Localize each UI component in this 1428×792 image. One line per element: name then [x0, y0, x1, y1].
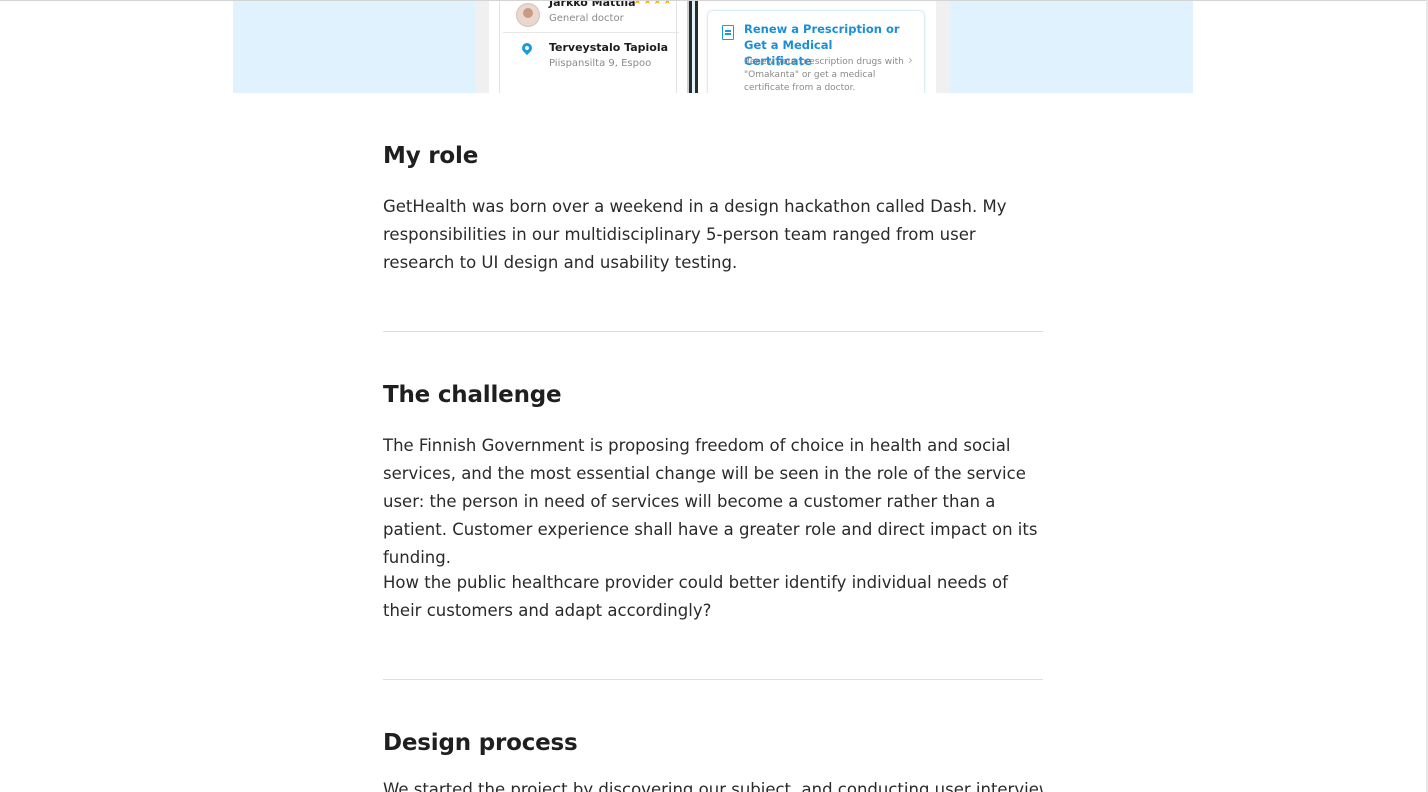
section-divider — [383, 679, 1043, 680]
location-name: Terveystalo Tapiola — [549, 41, 669, 54]
prescription-card: Renew a Prescription or Get a Medical Ce… — [707, 10, 925, 93]
hero-image: Jarkko Mattila ★★★★ General doctor Terve… — [233, 1, 1193, 93]
section-paragraph: GetHealth was born over a weekend in a d… — [383, 197, 1007, 272]
doctor-name: Jarkko Mattila — [549, 1, 636, 9]
section-paragraph: How the public healthcare provider could… — [383, 573, 1008, 620]
doctor-role: General doctor — [549, 13, 624, 24]
chevron-right-icon: › — [908, 53, 913, 67]
section-divider — [383, 331, 1043, 332]
document-icon — [722, 25, 734, 40]
list-divider — [503, 32, 679, 33]
prescription-card-description: Renew your prescription drugs with "Omak… — [744, 57, 904, 93]
section-title-challenge: The challenge — [383, 382, 562, 408]
page: Jarkko Mattila ★★★★ General doctor Terve… — [0, 0, 1428, 792]
section-title-design-process: Design process — [383, 730, 578, 756]
location-address: Piispansilta 9, Espoo — [549, 58, 652, 69]
section-paragraph: We started the project by discovering ou… — [383, 780, 1043, 792]
doctor-avatar — [516, 3, 540, 27]
doctor-rating-stars: ★★★★ — [633, 1, 673, 7]
section-title-my-role: My role — [383, 143, 479, 169]
section-paragraph: The Finnish Government is proposing free… — [383, 436, 1038, 567]
